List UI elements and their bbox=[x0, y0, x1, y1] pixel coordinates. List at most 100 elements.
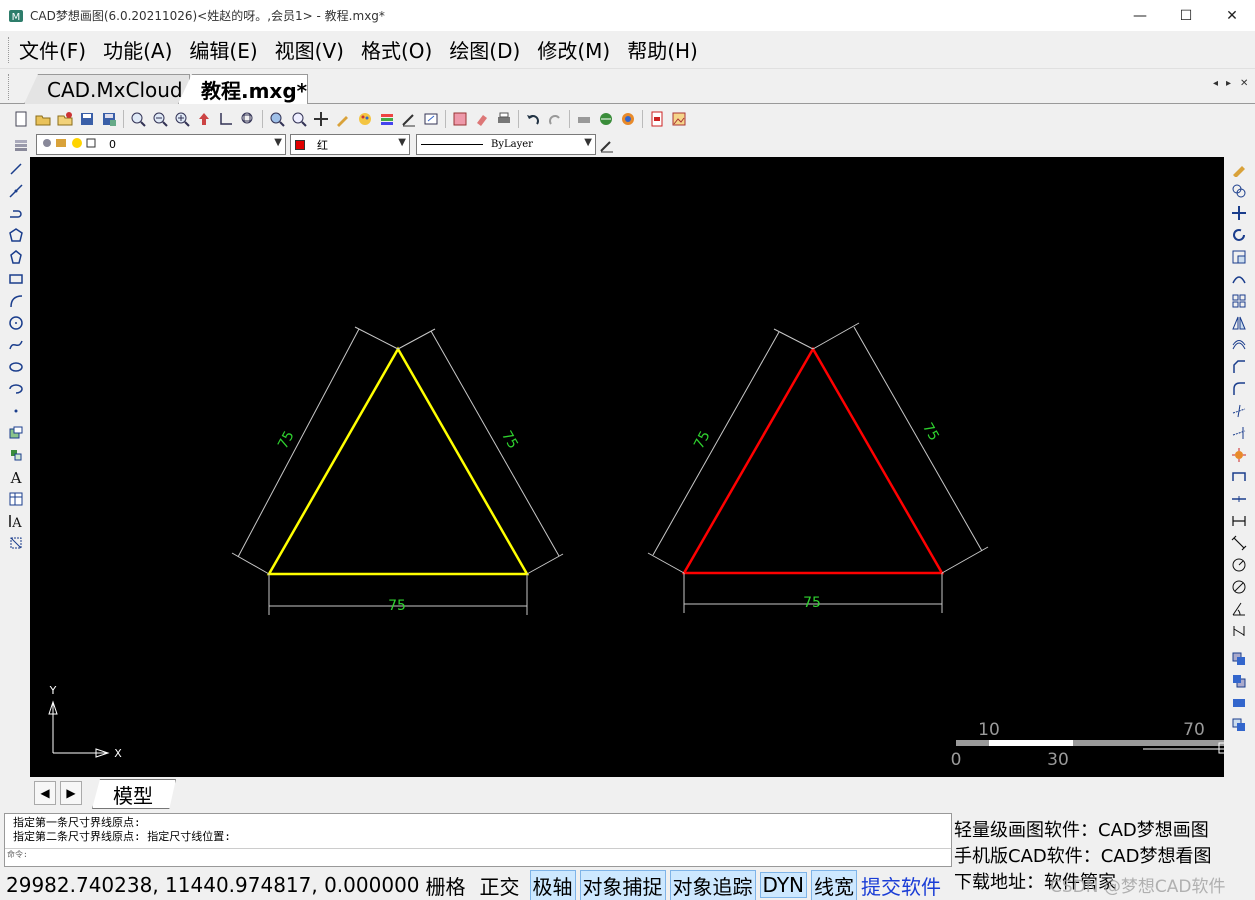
menu-help[interactable]: 帮助(H) bbox=[627, 35, 698, 64]
pan-icon[interactable] bbox=[193, 108, 215, 130]
circle-icon[interactable] bbox=[5, 312, 27, 334]
tab-close-icon[interactable]: ✕ bbox=[1240, 78, 1248, 89]
multiline-text-icon[interactable]: A bbox=[5, 510, 27, 532]
menu-draw[interactable]: 绘图(D) bbox=[449, 35, 520, 64]
menu-grip[interactable] bbox=[8, 36, 11, 63]
tab-tutorial-doc[interactable]: 教程.mxg* bbox=[178, 74, 308, 104]
point-icon[interactable] bbox=[5, 400, 27, 422]
break-icon[interactable] bbox=[1228, 466, 1250, 488]
text-icon[interactable]: A bbox=[5, 466, 27, 488]
construction-line-icon[interactable] bbox=[5, 180, 27, 202]
tab-next-icon[interactable]: ▸ bbox=[1226, 78, 1231, 89]
eraser-icon[interactable] bbox=[471, 108, 493, 130]
ucs-icon[interactable] bbox=[215, 108, 237, 130]
make-block-icon[interactable] bbox=[5, 444, 27, 466]
draworder-back-icon[interactable] bbox=[1228, 670, 1250, 692]
grid-toggle[interactable]: 栅格 bbox=[424, 871, 468, 900]
find-icon[interactable] bbox=[266, 108, 288, 130]
undo-icon[interactable] bbox=[522, 108, 544, 130]
menu-function[interactable]: 功能(A) bbox=[103, 35, 172, 64]
ellipse-arc-icon[interactable] bbox=[5, 378, 27, 400]
command-window[interactable]: 指定第一条尺寸界线原点: 指定第二条尺寸界线原点: 指定尺寸线位置: 命令: bbox=[4, 813, 952, 867]
palette-icon[interactable] bbox=[354, 108, 376, 130]
maximize-button[interactable]: ☐ bbox=[1163, 0, 1209, 31]
tab-prev-icon[interactable]: ◂ bbox=[1213, 78, 1218, 89]
open-file-icon[interactable] bbox=[32, 108, 54, 130]
offset-icon[interactable] bbox=[1228, 334, 1250, 356]
open-template-icon[interactable] bbox=[54, 108, 76, 130]
color-select[interactable]: 红 ▼ bbox=[290, 134, 410, 155]
zoom-in-icon[interactable] bbox=[171, 108, 193, 130]
polygon-icon[interactable] bbox=[5, 224, 27, 246]
insert-icon[interactable] bbox=[420, 108, 442, 130]
dyn-toggle[interactable]: DYN bbox=[759, 872, 807, 898]
dim-continue-icon[interactable] bbox=[1228, 620, 1250, 642]
otrack-toggle[interactable]: 对象追踪 bbox=[669, 869, 756, 900]
print-icon[interactable] bbox=[493, 108, 515, 130]
copy-icon[interactable] bbox=[1228, 180, 1250, 202]
polyline-icon[interactable] bbox=[5, 202, 27, 224]
draworder-above-icon[interactable] bbox=[1228, 692, 1250, 714]
new-file-icon[interactable] bbox=[10, 108, 32, 130]
mirror-icon[interactable] bbox=[1228, 312, 1250, 334]
linetype-select[interactable]: ByLayer ▼ bbox=[416, 134, 596, 155]
scale-icon[interactable] bbox=[1228, 246, 1250, 268]
chamfer-icon[interactable] bbox=[1228, 356, 1250, 378]
zoom-extents-icon[interactable] bbox=[237, 108, 259, 130]
draworder-below-icon[interactable] bbox=[1228, 714, 1250, 736]
hatch-icon[interactable] bbox=[449, 108, 471, 130]
layout-prev-button[interactable]: ◀ bbox=[34, 781, 56, 805]
join-icon[interactable] bbox=[1228, 488, 1250, 510]
layout-next-button[interactable]: ▶ bbox=[60, 781, 82, 805]
right-triangle-dimensions[interactable] bbox=[647, 322, 989, 613]
dim-aligned-icon[interactable] bbox=[1228, 532, 1250, 554]
drawing-canvas[interactable]: 75 75 75 75 75 75 Y X 10 70 0 30 bbox=[30, 157, 1224, 777]
match-prop-icon[interactable] bbox=[398, 108, 420, 130]
move-view-icon[interactable] bbox=[310, 108, 332, 130]
red-triangle[interactable] bbox=[681, 346, 945, 575]
magnifier-icon[interactable] bbox=[288, 108, 310, 130]
erase-icon[interactable] bbox=[1228, 158, 1250, 180]
plot-icon[interactable] bbox=[573, 108, 595, 130]
pdf-icon[interactable] bbox=[646, 108, 668, 130]
pentagon-icon[interactable] bbox=[5, 246, 27, 268]
image-export-icon[interactable] bbox=[668, 108, 690, 130]
menu-format[interactable]: 格式(O) bbox=[361, 35, 432, 64]
left-triangle-dimensions[interactable] bbox=[231, 326, 564, 615]
region-icon[interactable] bbox=[5, 532, 27, 554]
draworder-front-icon[interactable] bbox=[1228, 648, 1250, 670]
ellipse-icon[interactable] bbox=[5, 356, 27, 378]
menu-file[interactable]: 文件(F) bbox=[19, 35, 86, 64]
polar-toggle[interactable]: 极轴 bbox=[529, 869, 576, 900]
layer-select[interactable]: 0 ▼ bbox=[36, 134, 286, 155]
zoom-realtime-icon[interactable] bbox=[127, 108, 149, 130]
spline-icon[interactable] bbox=[5, 334, 27, 356]
save-icon[interactable] bbox=[76, 108, 98, 130]
cloud-globe-icon[interactable] bbox=[617, 108, 639, 130]
trim-icon[interactable] bbox=[1228, 400, 1250, 422]
lineweight-toggle[interactable]: 线宽 bbox=[811, 869, 857, 900]
minimize-button[interactable]: — bbox=[1117, 0, 1163, 31]
table-icon[interactable] bbox=[5, 488, 27, 510]
yellow-triangle[interactable] bbox=[266, 346, 530, 576]
insert-block-icon[interactable] bbox=[5, 422, 27, 444]
rectangle-icon[interactable] bbox=[5, 268, 27, 290]
menu-modify[interactable]: 修改(M) bbox=[537, 35, 610, 64]
menu-view[interactable]: 视图(V) bbox=[275, 35, 344, 64]
array-icon[interactable] bbox=[1228, 290, 1250, 312]
fillet-icon[interactable] bbox=[1228, 378, 1250, 400]
dim-linear-icon[interactable] bbox=[1228, 510, 1250, 532]
dim-diameter-icon[interactable] bbox=[1228, 576, 1250, 598]
line-icon[interactable] bbox=[5, 158, 27, 180]
brush-icon[interactable] bbox=[332, 108, 354, 130]
dim-radius-icon[interactable] bbox=[1228, 554, 1250, 576]
explode-icon[interactable] bbox=[1228, 444, 1250, 466]
redo-icon[interactable] bbox=[544, 108, 566, 130]
dim-angular-icon[interactable] bbox=[1228, 598, 1250, 620]
command-input[interactable]: 命令: bbox=[5, 848, 951, 866]
lineweight-icon[interactable] bbox=[596, 134, 618, 156]
extend-icon[interactable] bbox=[1228, 422, 1250, 444]
osnap-toggle[interactable]: 对象捕捉 bbox=[579, 869, 666, 900]
rotate-icon[interactable] bbox=[1228, 224, 1250, 246]
zoom-out-icon[interactable] bbox=[149, 108, 171, 130]
